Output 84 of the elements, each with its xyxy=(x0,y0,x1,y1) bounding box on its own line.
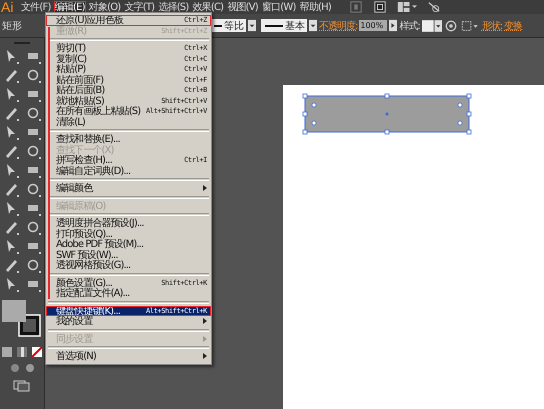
menu-item-label: Adobe PDF 预设(M)... xyxy=(56,238,144,250)
menu-bar-item[interactable]: 选择(S) xyxy=(157,0,190,14)
menu-bar-item[interactable]: 帮助(H) xyxy=(298,0,332,14)
menu-item[interactable]: 编辑颜色 xyxy=(46,183,211,194)
menu-item-label: 透明度拼合器预设(J)... xyxy=(56,216,145,230)
submenu-arrow-icon xyxy=(203,336,207,342)
menu-item-label: 打印预设(Q)... xyxy=(56,228,112,240)
tool-icon[interactable] xyxy=(3,219,19,235)
menu-item-label: 在所有画板上粘贴(S) xyxy=(56,106,142,118)
menu-bar-item[interactable]: 视图(V) xyxy=(226,0,259,14)
menu-item-label: 指定配置文件(A)... xyxy=(56,288,130,300)
menu-item-label: 清除(L) xyxy=(56,116,86,129)
menu-item[interactable]: 透视网格预设(G)... xyxy=(46,260,211,270)
tool-icon[interactable] xyxy=(3,67,19,83)
screen-mode-icon[interactable] xyxy=(13,380,31,392)
arrange-documents-icon[interactable] xyxy=(396,1,417,13)
menu-item[interactable]: 首选项(N) xyxy=(46,351,211,362)
fill-stroke-swatches[interactable] xyxy=(2,298,42,338)
menu-item[interactable]: 清除(L) xyxy=(46,116,211,127)
menu-item-label: 查找下一个(X) xyxy=(56,144,114,156)
draw-mode-icon[interactable] xyxy=(8,362,20,374)
tool-icon[interactable] xyxy=(25,143,41,159)
menu-item-label: 贴在前面(F) xyxy=(56,74,104,86)
submenu-arrow-icon xyxy=(203,353,207,360)
style-label: 样式: xyxy=(399,20,420,32)
menu-item-label: 颜色设置(G)... xyxy=(56,276,112,289)
gradient-mode-icon[interactable] xyxy=(16,346,28,358)
tool-icon[interactable] xyxy=(25,67,41,83)
tool-icon[interactable] xyxy=(3,257,19,273)
submenu-arrow-icon xyxy=(203,185,207,192)
opacity-link[interactable]: 不透明度: xyxy=(319,18,358,32)
app-logo: Ai xyxy=(0,0,14,15)
menu-item[interactable]: 指定配置文件(A)... xyxy=(46,288,211,298)
menu-bar-item[interactable]: 编辑(E) xyxy=(54,0,86,14)
menu-item[interactable]: Adobe PDF 预设(M)... xyxy=(46,239,211,250)
menu-item-label: 我的设置 xyxy=(56,315,94,328)
selected-rectangle[interactable] xyxy=(302,93,472,135)
menu-item-label: 编辑颜色 xyxy=(56,182,94,196)
tool-icon[interactable] xyxy=(25,181,41,197)
menu-item-label: 粘贴(P) xyxy=(56,64,86,76)
menu-item-label: 编辑原稿(O) xyxy=(56,200,106,213)
draw-behind-icon[interactable] xyxy=(24,362,36,374)
menu-item-label: 同步设置 xyxy=(56,332,94,346)
menu-item-label: 查找和替换(E)... xyxy=(56,132,121,146)
opacity-field[interactable]: 100% xyxy=(359,20,388,31)
tool-icon[interactable] xyxy=(25,219,41,235)
menu-item[interactable]: 查找和替换(E)... xyxy=(46,134,211,144)
menu-bar-item[interactable]: 效果(C) xyxy=(191,0,224,14)
stroke-profile-dropdown[interactable]: 等比 xyxy=(212,19,246,32)
menu-item-label: 重做(R) xyxy=(56,24,88,38)
tool-name: 矩形 xyxy=(1,20,22,32)
menu-item-label: 剪切(T) xyxy=(56,42,86,54)
menu-item-label: 拼写检查(H)... xyxy=(56,154,112,166)
shape-link[interactable]: 形状: xyxy=(482,18,502,32)
menu-bar-item[interactable]: 窗口(W) xyxy=(260,0,297,14)
menu-item[interactable]: SWF 预设(W)... xyxy=(46,250,211,260)
menu-item-label: 就地粘贴(S) xyxy=(56,94,104,107)
align-icon[interactable] xyxy=(460,20,480,32)
menu-bar-item[interactable]: 对象(O) xyxy=(88,0,122,14)
brush-dropdown[interactable]: 基本 xyxy=(261,19,307,32)
menu-bar-item[interactable]: 文件(F) xyxy=(20,0,52,14)
menu-item[interactable]: 透明度拼合器预设(J)... xyxy=(46,218,211,228)
menu-item-label: 首选项(N) xyxy=(56,350,97,364)
menu-item-label: 贴在后面(B) xyxy=(56,84,106,96)
menu-item-label: 透视网格预设(G)... xyxy=(56,260,132,272)
menu-item[interactable]: 我的设置 xyxy=(46,316,211,326)
menu-item-label: SWF 预设(W)... xyxy=(56,248,118,261)
menu-item-label: 复制(C) xyxy=(56,52,88,65)
menu-item[interactable]: 编辑自定词典(D)... xyxy=(46,166,211,176)
submenu-arrow-icon xyxy=(203,318,207,324)
caret-icon[interactable] xyxy=(309,19,317,32)
caret-icon[interactable] xyxy=(248,19,256,32)
none-mode-icon[interactable] xyxy=(31,346,43,358)
tool-icon[interactable] xyxy=(25,257,41,273)
tool-icon[interactable] xyxy=(25,105,41,121)
transform-link[interactable]: 变换 xyxy=(504,18,522,32)
style-swatch[interactable] xyxy=(422,20,442,32)
menu-bar-item[interactable]: 文字(T) xyxy=(123,0,156,14)
tool-icon[interactable] xyxy=(3,181,19,197)
color-mode-icon[interactable] xyxy=(1,346,13,358)
tool-icon[interactable] xyxy=(3,143,19,159)
tool-icon[interactable] xyxy=(3,105,19,121)
menu-item[interactable]: 打印预设(Q)... xyxy=(46,228,211,239)
menu-item-label: 编辑自定词典(D)... xyxy=(56,164,132,178)
